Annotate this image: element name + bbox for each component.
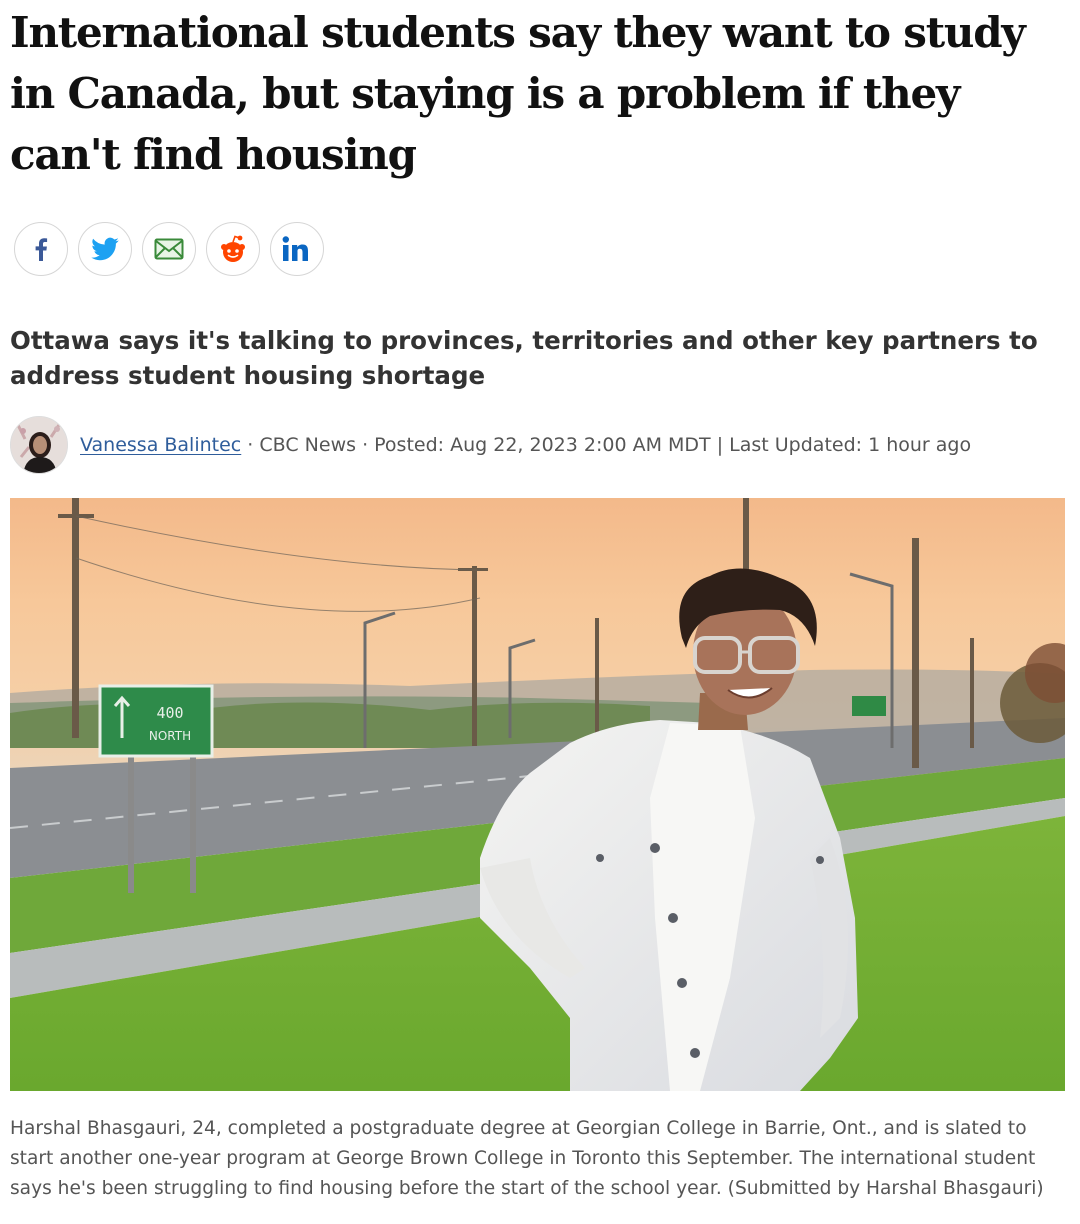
reddit-icon bbox=[221, 235, 245, 262]
share-linkedin-button[interactable] bbox=[270, 222, 324, 276]
twitter-icon bbox=[91, 237, 119, 261]
linkedin-icon bbox=[282, 236, 308, 261]
share-facebook-button[interactable] bbox=[14, 222, 68, 276]
article-deck: Ottawa says it's talking to provinces, t… bbox=[10, 326, 1038, 390]
byline-separator: · bbox=[362, 434, 369, 456]
author-link[interactable]: Vanessa Balintec bbox=[80, 434, 241, 456]
byline: Vanessa Balintec · CBC News · Posted: Au… bbox=[10, 416, 971, 474]
photo-caption: Harshal Bhasgauri, 24, completed a postg… bbox=[10, 1118, 1044, 1199]
article-headline: International students say they want to … bbox=[10, 8, 1026, 179]
sign-direction: NORTH bbox=[149, 729, 191, 743]
share-reddit-button[interactable] bbox=[206, 222, 260, 276]
facebook-icon bbox=[35, 238, 48, 261]
byline-separator: · bbox=[247, 434, 254, 456]
sign-route-number: 400 bbox=[156, 704, 183, 722]
share-twitter-button[interactable] bbox=[78, 222, 132, 276]
email-icon bbox=[154, 238, 184, 260]
author-avatar[interactable] bbox=[10, 416, 68, 474]
byline-pipe: | bbox=[716, 434, 724, 456]
byline-outlet: CBC News bbox=[259, 434, 357, 456]
author-photo bbox=[11, 417, 67, 473]
article-photo: 400 NORTH bbox=[10, 498, 1065, 1091]
share-buttons bbox=[14, 222, 324, 276]
byline-text: Vanessa Balintec · CBC News · Posted: Au… bbox=[80, 434, 971, 456]
share-email-button[interactable] bbox=[142, 222, 196, 276]
byline-posted: Posted: Aug 22, 2023 2:00 AM MDT bbox=[374, 434, 711, 456]
byline-updated: Last Updated: 1 hour ago bbox=[729, 434, 972, 456]
